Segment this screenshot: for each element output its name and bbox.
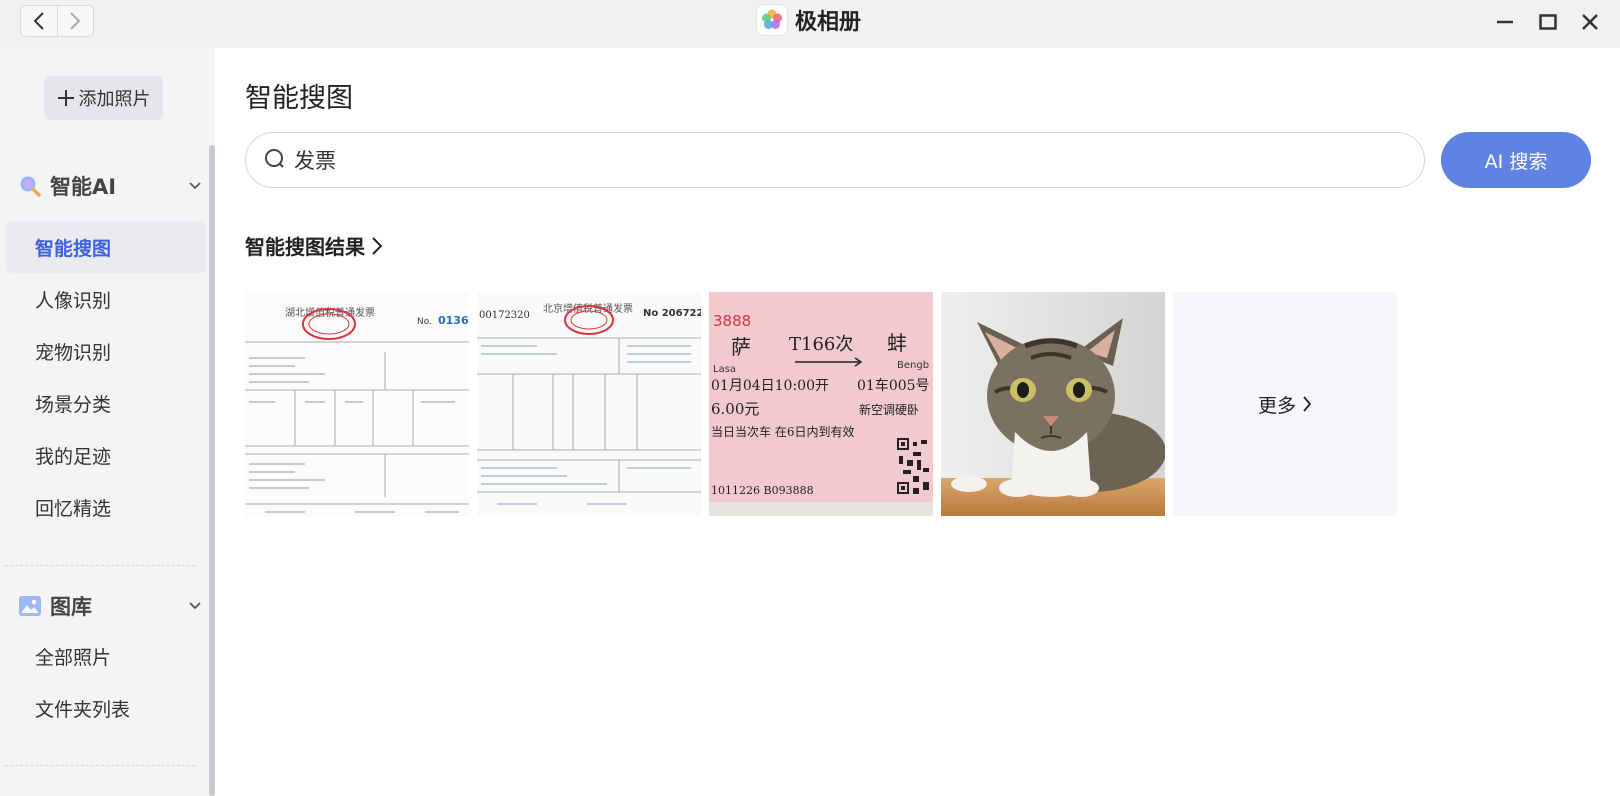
section-gallery[interactable]: 图库 [18,586,208,626]
sidebar: 添加照片 智能AI 智能搜图 人像识别 宠物识别 场景分类 我的足迹 回忆精选 … [0,48,215,796]
minimize-button[interactable] [1489,8,1521,36]
ticket-price: 6.00元 [711,400,759,418]
invoice-number: No 2067221 [643,308,701,319]
chevron-right-icon [70,12,81,30]
add-photo-button[interactable]: 添加照片 [44,76,163,120]
page-title: 智能搜图 [245,83,353,114]
invoice-code: 00172320 [479,310,530,321]
title-bar: 极相册 [0,0,1620,48]
sidebar-item-smart-search[interactable]: 智能搜图 [6,221,206,273]
ticket-train: T166次 [789,334,853,355]
sidebar-divider [5,565,195,566]
search-icon [265,149,284,168]
app-logo-icon [757,5,787,35]
search-bar[interactable] [245,132,1425,188]
main-content: 智能搜图 AI 搜索 智能搜图结果 湖北增值税普通发票 No. 01362 [215,48,1620,796]
sidebar-item-folders[interactable]: 文件夹列表 [6,682,206,734]
maximize-button[interactable] [1532,8,1564,36]
close-button[interactable] [1574,8,1606,36]
add-photo-label: 添加照片 [78,89,151,110]
ticket-code: 1011226 B093888 [711,484,814,497]
ticket-from: 萨 [731,335,751,359]
sidebar-item-memories[interactable]: 回忆精选 [6,481,206,533]
invoice-image: 湖北增值税普通发票 No. 01362 [245,292,469,516]
sidebar-divider [5,765,195,766]
ticket-from-pinyin: Lasa [713,364,736,375]
section-label: 图库 [50,595,92,619]
search-input[interactable] [294,148,1374,172]
ticket-seat: 01车005号 [857,377,930,394]
nav-buttons [20,5,94,37]
sidebar-item-footprints[interactable]: 我的足迹 [6,429,206,481]
invoice-title-text: 湖北增值税普通发票 [285,306,375,319]
chevron-down-icon [189,182,201,190]
section-smart-ai[interactable]: 智能AI [18,166,208,206]
app-title: 极相册 [795,10,862,35]
chevron-left-icon [33,12,44,30]
chevron-right-icon [1303,396,1312,412]
result-thumbnail-cat[interactable] [941,292,1165,516]
sidebar-item-all-photos[interactable]: 全部照片 [6,630,206,682]
ticket-to-pinyin: Bengb [897,360,929,371]
invoice-no-label: No. [417,317,432,327]
app-title-area: 极相册 [757,4,861,36]
result-thumbnail-ticket[interactable]: 3888 萨 T166次 蚌 Lasa Bengb 01月04日10:00开 0… [709,292,933,516]
plus-icon [57,90,74,106]
results-grid: 湖北增值税普通发票 No. 01362 [245,292,1397,516]
sidebar-item-pet[interactable]: 宠物识别 [6,325,206,377]
qr-code-icon [895,436,933,498]
ai-search-button[interactable]: AI 搜索 [1441,132,1591,188]
sidebar-item-portrait[interactable]: 人像识别 [6,273,206,325]
result-thumbnail-invoice-1[interactable]: 湖北增值税普通发票 No. 01362 [245,292,469,516]
maximize-icon [1539,14,1557,30]
chevron-right-icon [372,236,383,255]
ticket-serial: 3888 [713,312,751,330]
ticket-to: 蚌 [887,331,907,355]
back-button[interactable] [21,6,57,36]
results-heading[interactable]: 智能搜图结果 [245,231,383,260]
magnifier-color-icon [20,176,41,197]
ticket-class: 新空调硬卧 [859,402,919,417]
invoice-image: 00172320 北京增值税普通发票 No 2067221 [477,292,701,516]
chevron-down-icon [189,602,201,610]
train-ticket-image: 3888 萨 T166次 蚌 Lasa Bengb 01月04日10:00开 0… [709,292,933,516]
section-label: 智能AI [50,175,117,199]
gallery-icon [19,596,41,616]
invoice-title-text: 北京增值税普通发票 [543,302,633,315]
results-title: 智能搜图结果 [245,235,365,259]
ticket-validity: 当日当次车 在6日内到有效 [711,424,854,439]
forward-button[interactable] [56,6,93,36]
sidebar-item-scene[interactable]: 场景分类 [6,377,206,429]
more-label: 更多 [1257,394,1296,417]
result-thumbnail-invoice-2[interactable]: 00172320 北京增值税普通发票 No 2067221 [477,292,701,516]
more-results-button[interactable]: 更多 [1173,292,1397,516]
minimize-icon [1497,20,1513,24]
cat-photo-image [941,292,1165,516]
ticket-datetime: 01月04日10:00开 [711,378,829,394]
close-icon [1582,14,1598,30]
invoice-number: 01362 [438,314,469,327]
